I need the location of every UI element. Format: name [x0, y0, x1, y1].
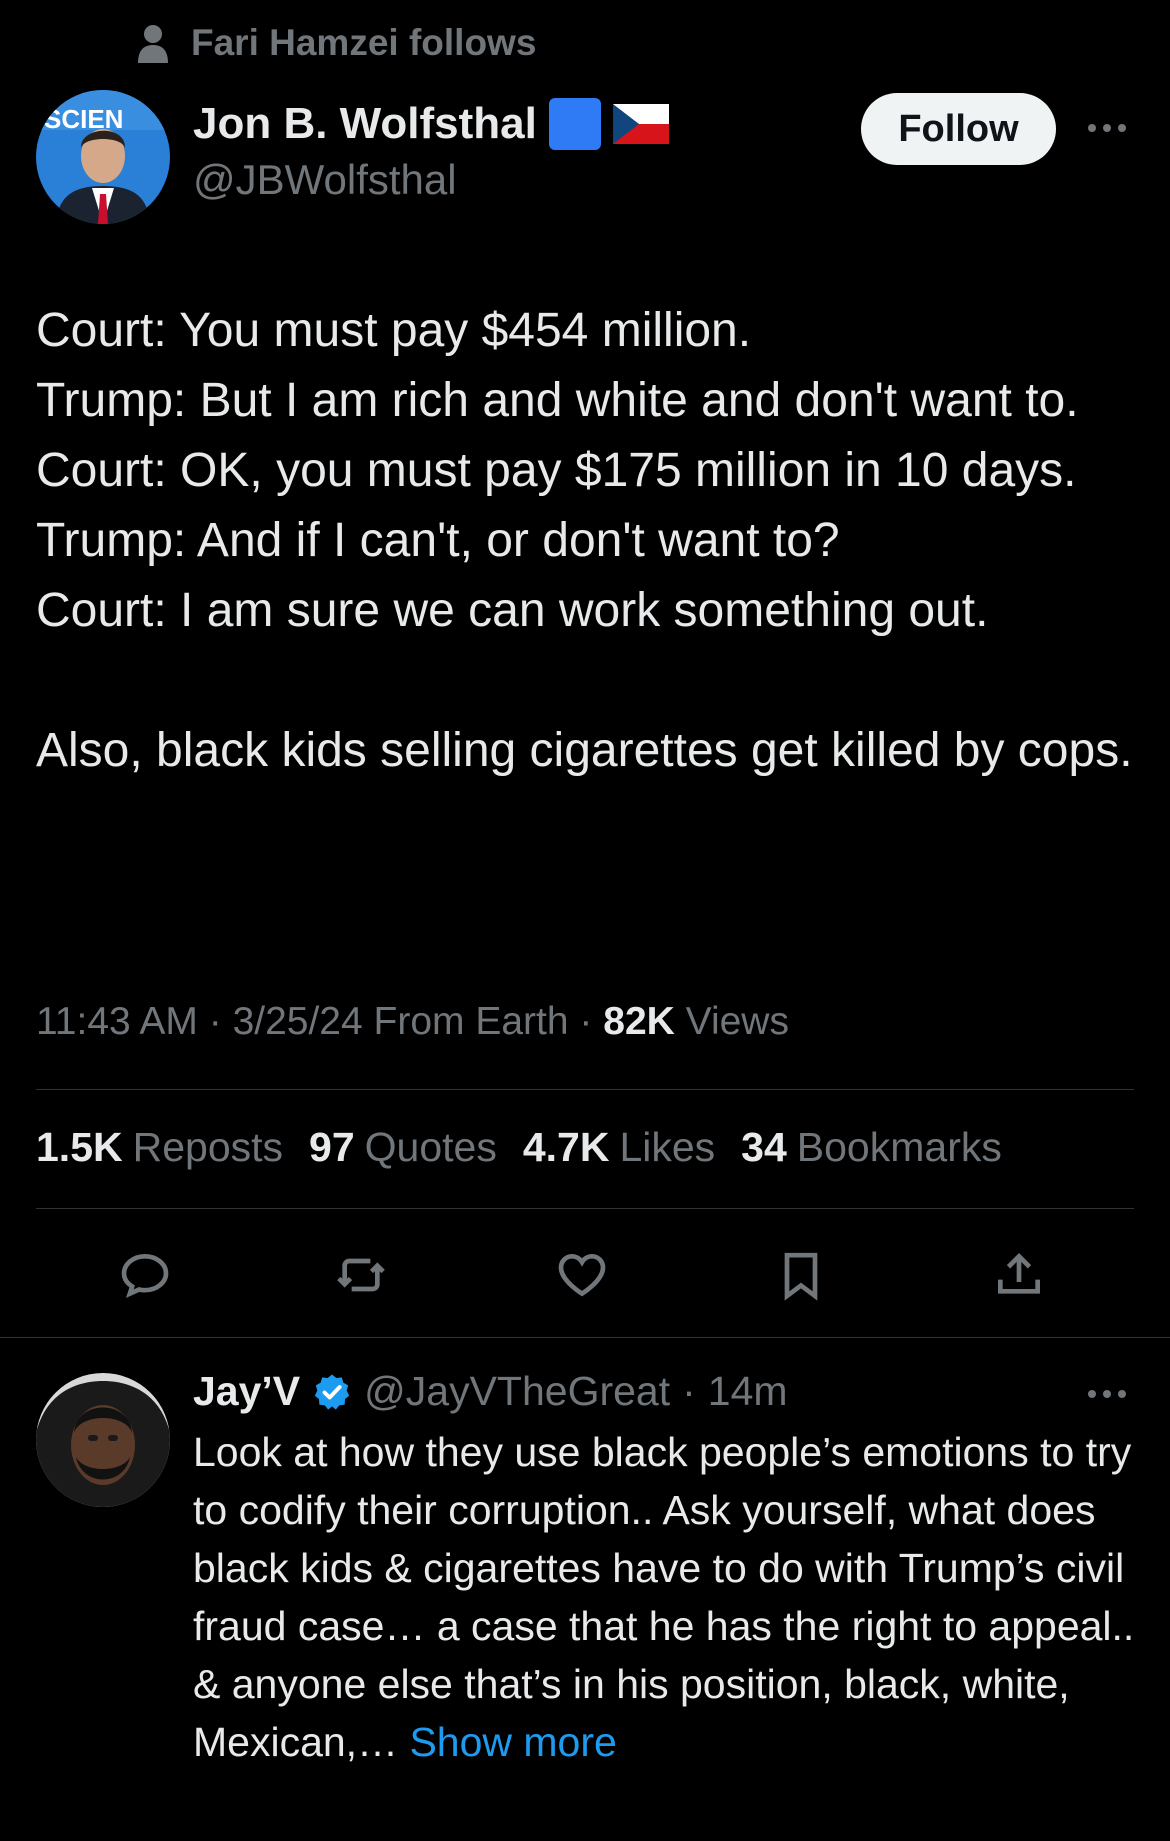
author-handle[interactable]: @JBWolfsthal: [193, 156, 457, 204]
separator-dot: ·: [579, 1000, 604, 1043]
more-options-icon[interactable]: [1088, 124, 1126, 132]
tweet-time[interactable]: 11:43 AM: [36, 1000, 198, 1043]
reply-time[interactable]: 14m: [708, 1368, 788, 1415]
quotes-label: Quotes: [364, 1124, 497, 1170]
tweet-text: Court: You must pay $454 million. Trump:…: [36, 296, 1146, 786]
reply-text: Look at how they use black people’s emot…: [193, 1423, 1143, 1771]
author-name-row[interactable]: Jon B. Wolfsthal: [193, 98, 669, 150]
social-context-text: Fari Hamzei follows: [191, 22, 537, 63]
tweet-line: Court: OK, you must pay $175 million in …: [36, 444, 1077, 497]
tweet-line: Court: You must pay $454 million.: [36, 304, 752, 357]
separator-dot: ·: [682, 1368, 696, 1414]
engagement-stats: 1.5K Reposts 97 Quotes 4.7K Likes 34 Bookmar…: [36, 1124, 1002, 1171]
reply-icon: [121, 1253, 169, 1298]
author-avatar[interactable]: SCIEN: [36, 90, 170, 224]
tweet-line: Also, black kids selling cigarettes get …: [36, 724, 1133, 777]
show-more-link[interactable]: Show more: [409, 1719, 616, 1765]
reply-button[interactable]: [115, 1245, 175, 1305]
follow-button[interactable]: Follow: [861, 93, 1056, 165]
verified-badge-icon: [314, 1374, 350, 1410]
avatar-sign-text: SCIEN: [44, 104, 123, 134]
quotes-count: 97: [309, 1124, 355, 1170]
views-label: Views: [685, 1000, 789, 1043]
repost-button[interactable]: [331, 1245, 391, 1305]
reply-author-name[interactable]: Jay’V: [193, 1368, 300, 1415]
person-icon: [138, 25, 168, 63]
blue-square-emoji: [548, 98, 601, 150]
divider: [0, 1337, 1170, 1338]
reposts-label: Reposts: [132, 1124, 284, 1170]
czech-flag-emoji: [612, 104, 669, 144]
reposts-stat[interactable]: 1.5K Reposts: [36, 1124, 283, 1171]
divider: [36, 1208, 1134, 1209]
share-button[interactable]: [989, 1245, 1049, 1305]
reply-author-handle[interactable]: @JayVTheGreat: [364, 1368, 670, 1415]
share-icon: [998, 1253, 1040, 1294]
repost-icon: [337, 1258, 385, 1292]
tweet-line: Trump: And if I can't, or don't want to?: [36, 514, 840, 567]
tweet-line: Trump: But I am rich and white and don't…: [36, 374, 1079, 427]
tweet-line: Court: I am sure we can work something o…: [36, 584, 989, 637]
heart-icon: [558, 1253, 606, 1297]
bookmarks-stat[interactable]: 34 Bookmarks: [741, 1124, 1002, 1171]
reply-header: Jay’V @JayVTheGreat · 14m: [193, 1368, 788, 1415]
bookmarks-label: Bookmarks: [796, 1124, 1002, 1170]
tweet-date[interactable]: 3/25/24: [233, 1000, 363, 1043]
separator-dot: ·: [208, 1000, 233, 1043]
author-name[interactable]: Jon B. Wolfsthal: [193, 99, 537, 149]
reply-text-content: Look at how they use black people’s emot…: [193, 1429, 1135, 1765]
tweet-line-blank: [36, 646, 1146, 716]
reply-more-options-icon[interactable]: [1088, 1390, 1126, 1398]
quotes-stat[interactable]: 97 Quotes: [309, 1124, 497, 1171]
reply-author-avatar[interactable]: [36, 1373, 170, 1507]
likes-stat[interactable]: 4.7K Likes: [523, 1124, 715, 1171]
like-button[interactable]: [552, 1245, 612, 1305]
tweet-meta: 11:43 AM · 3/25/24 From Earth · 82K View…: [36, 1000, 789, 1044]
likes-count: 4.7K: [522, 1124, 610, 1170]
bookmarks-count: 34: [741, 1124, 787, 1170]
tweet-source: From Earth: [373, 1000, 569, 1043]
bookmark-button[interactable]: [771, 1245, 831, 1305]
reposts-count: 1.5K: [36, 1124, 123, 1170]
views-count: 82K: [603, 1000, 675, 1043]
social-context[interactable]: Fari Hamzei follows: [135, 18, 536, 68]
bookmark-icon: [784, 1252, 818, 1301]
divider: [36, 1089, 1134, 1090]
likes-label: Likes: [619, 1124, 716, 1170]
